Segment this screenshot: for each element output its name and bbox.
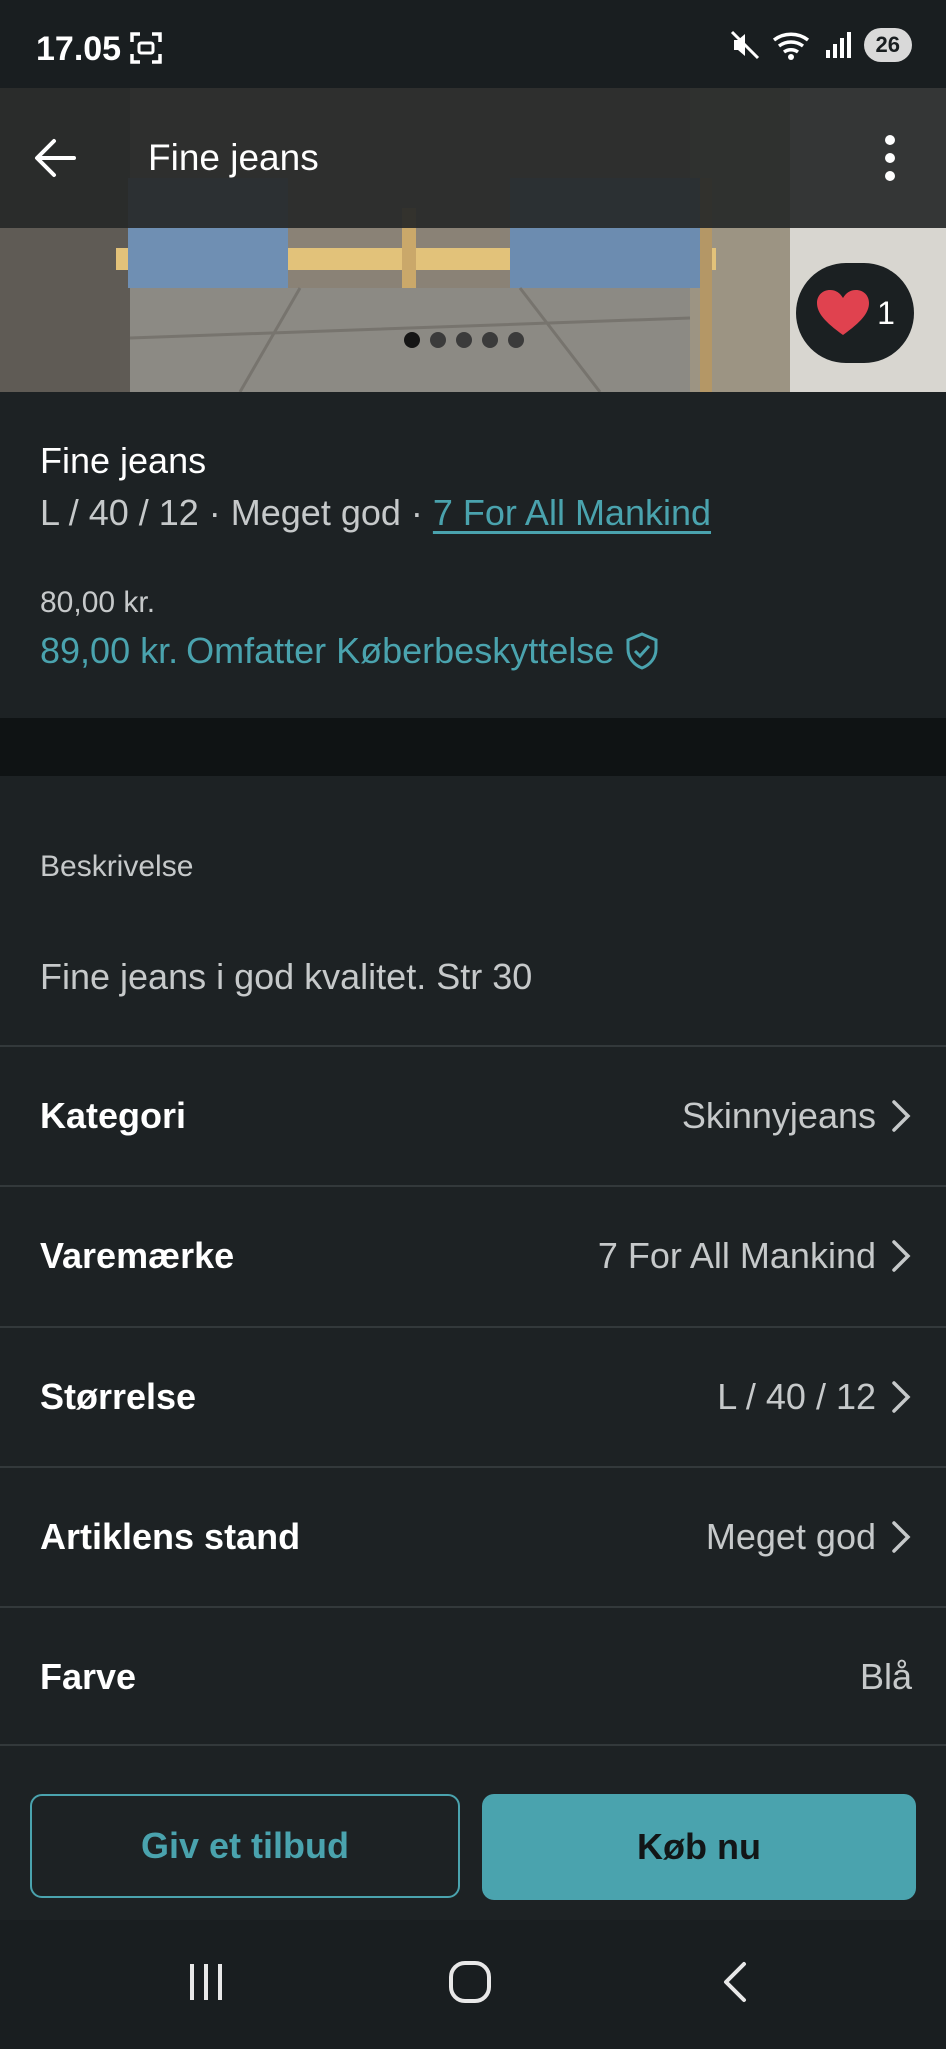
total-price: 89,00 kr. [40,630,179,671]
wifi-icon [772,32,809,60]
pagination-dot[interactable] [508,332,524,348]
brand-link[interactable]: 7 For All Mankind [433,492,711,533]
system-navigation-bar [0,1920,946,2049]
product-image-gallery[interactable]: Fine jeans 1 [0,88,946,392]
item-price: 80,00 kr. [40,586,156,619]
page-title: Fine jeans [148,137,319,178]
buy-now-button[interactable]: Køb nu [482,1794,916,1900]
attribute-label: Varemærke [40,1235,235,1276]
gallery-pagination [404,332,524,348]
more-options-button[interactable] [860,128,920,188]
attribute-value: Meget god [705,1516,876,1557]
attribute-label: Størrelse [40,1376,197,1417]
attribute-row-condition[interactable]: Artiklens stand Meget god [0,1468,946,1606]
signal-icon [825,32,851,58]
pagination-dot[interactable] [430,332,446,348]
description-label: Beskrivelse [40,850,194,883]
attribute-label: Kategori [40,1095,187,1136]
battery-indicator: 26 [863,28,912,62]
more-vertical-icon [885,135,895,181]
attribute-row-brand[interactable]: Varemærke 7 For All Mankind [0,1187,946,1325]
product-subtitle: L / 40 / 12 · Meget god · 7 For All Mank… [40,492,711,534]
favorite-count: 1 [877,294,895,331]
attribute-row-color: Farve Blå [0,1608,946,1746]
attribute-label: Farve [40,1656,137,1697]
attribute-row-category[interactable]: Kategori Skinnyjeans [0,1047,946,1185]
chevron-right-icon [892,1521,911,1553]
pagination-dot[interactable] [456,332,472,348]
attribute-value: L / 40 / 12 [717,1376,876,1417]
section-separator [0,718,946,776]
product-size-condition: L / 40 / 12 · Meget god · [40,492,433,533]
shield-check-icon [626,632,658,670]
favorite-button[interactable]: 1 [796,263,914,363]
chevron-right-icon [892,1381,911,1413]
buyer-protection-text: Omfatter Køberbeskyttelse [186,630,615,671]
make-offer-button[interactable]: Giv et tilbud [30,1794,460,1898]
screenshot-icon [128,30,164,71]
description-text: Fine jeans i god kvalitet. Str 30 [40,956,533,997]
status-icons: 26 [728,28,912,62]
chevron-right-icon [892,1240,911,1272]
back-nav-icon[interactable] [718,1960,750,2004]
product-details: Beskrivelse Fine jeans i god kvalitet. S… [0,776,946,1762]
total-price-with-protection[interactable]: 89,00 kr. Omfatter Køberbeskyttelse [40,630,662,672]
home-icon[interactable] [448,1960,492,2004]
purchase-action-bar: Giv et tilbud Køb nu [0,1762,946,1920]
product-summary: Fine jeans L / 40 / 12 · Meget god · 7 F… [0,392,946,718]
product-title: Fine jeans [40,440,207,481]
pagination-dot[interactable] [404,332,420,348]
app-bar [0,88,946,228]
recent-apps-icon[interactable] [186,1960,226,2004]
attribute-value: Skinnyjeans [681,1095,876,1136]
attribute-label: Artiklens stand [40,1516,301,1557]
chevron-right-icon [892,1100,911,1132]
attribute-row-size[interactable]: Størrelse L / 40 / 12 [0,1328,946,1466]
heart-icon [817,290,870,335]
status-time: 17.05 [36,30,122,68]
arrow-left-icon [35,139,76,177]
divider [0,1744,946,1746]
mute-icon [730,30,759,60]
status-bar: 17.05 26 [0,0,946,88]
pagination-dot[interactable] [482,332,498,348]
attribute-value: 7 For All Mankind [597,1235,876,1276]
back-button[interactable] [26,128,86,188]
attribute-value: Blå [859,1656,912,1697]
